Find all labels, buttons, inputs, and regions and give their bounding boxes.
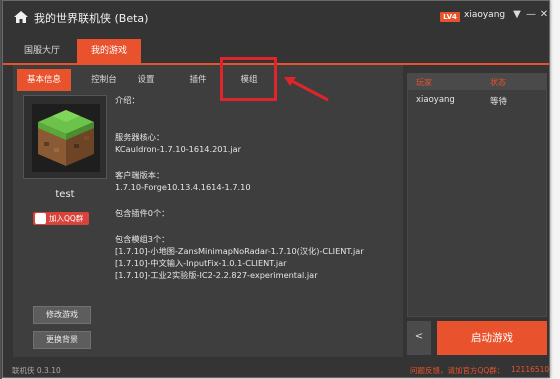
mod-list-item: [1.7.10]-小地图-ZansMinimapNoRadar-1.7.10(汉… <box>115 246 364 256</box>
annotation-highlight-box <box>220 57 277 101</box>
feedback-link[interactable]: 问题反馈，请加官方QQ群： <box>410 365 504 376</box>
tab-plugins[interactable]: 插件 <box>177 69 219 91</box>
player-column-header: 玩家 <box>416 78 432 87</box>
tab-settings[interactable]: 设置 <box>125 69 167 91</box>
server-avatar-frame[interactable] <box>23 95 107 179</box>
mod-list-item: [1.7.10]-工业2实验版-IC2-2.2.827-experimental… <box>115 270 318 280</box>
core-label: 服务器核心： <box>115 132 165 142</box>
title-bar[interactable]: 我的世界联机侠 (Beta) LV4 xiaoyang ▼ — ✕ <box>3 1 549 35</box>
status-bar: 联机侠 0.3.10 问题反馈，请加官方QQ群： 121165105 <box>3 359 550 377</box>
tab-my-games[interactable]: 我的游戏 <box>77 39 141 63</box>
plugins-label: 包含插件0个： <box>115 208 170 218</box>
player-list: 玩家 状态 xiaoyang 等待 <box>407 73 547 317</box>
close-button[interactable]: ✕ <box>537 7 549 23</box>
level-badge: LV4 <box>440 12 460 22</box>
back-button[interactable]: < <box>407 321 431 355</box>
join-qq-button[interactable]: 加入QQ群 <box>33 212 89 225</box>
annotation-arrow-icon <box>284 77 329 102</box>
qq-group-number: 121165105 <box>511 365 550 374</box>
player-name: xiaoyang <box>416 95 455 105</box>
sub-tabs: 基本信息 控制台 设置 插件 模组 <box>13 69 403 91</box>
client-label: 客户端版本： <box>115 170 165 180</box>
minimize-button[interactable]: — <box>524 7 538 23</box>
game-detail-panel: 基本信息 控制台 设置 插件 模组 test 加入QQ群 修改游戏 更换背景 介… <box>13 65 403 357</box>
status-column-header: 状态 <box>490 78 506 87</box>
tab-console[interactable]: 控制台 <box>77 69 131 91</box>
username[interactable]: xiaoyang <box>464 10 505 20</box>
app-title: 我的世界联机侠 (Beta) <box>34 12 149 25</box>
grass-block-icon <box>32 104 100 172</box>
join-qq-label: 加入QQ群 <box>49 214 84 223</box>
core-value: KCauldron-1.7.10-1614.201.jar <box>115 144 241 154</box>
right-screen-edge <box>550 0 560 379</box>
start-game-button[interactable]: 启动游戏 <box>437 321 547 355</box>
player-row[interactable]: xiaoyang 等待 <box>408 94 546 108</box>
change-background-button[interactable]: 更换背景 <box>33 331 91 349</box>
qq-icon <box>35 213 46 224</box>
version-text: 联机侠 0.3.10 <box>12 366 61 375</box>
player-list-header: 玩家 状态 <box>408 74 546 90</box>
home-icon <box>14 11 28 23</box>
mod-list-item: [1.7.10]-中文输入-InputFix-1.0.1-CLIENT.jar <box>115 258 287 268</box>
dropdown-icon[interactable]: ▼ <box>510 7 524 23</box>
intro-label: 介绍： <box>115 95 140 105</box>
tab-lobby[interactable]: 国服大厅 <box>13 39 71 63</box>
server-name: test <box>55 189 75 200</box>
player-status: 等待 <box>490 97 508 107</box>
client-value: 1.7.10-Forge10.13.4.1614-1.7.10 <box>115 182 251 192</box>
edit-game-button[interactable]: 修改游戏 <box>33 306 91 324</box>
tab-basic-info[interactable]: 基本信息 <box>17 69 71 91</box>
mods-label: 包含模组3个： <box>115 234 170 244</box>
